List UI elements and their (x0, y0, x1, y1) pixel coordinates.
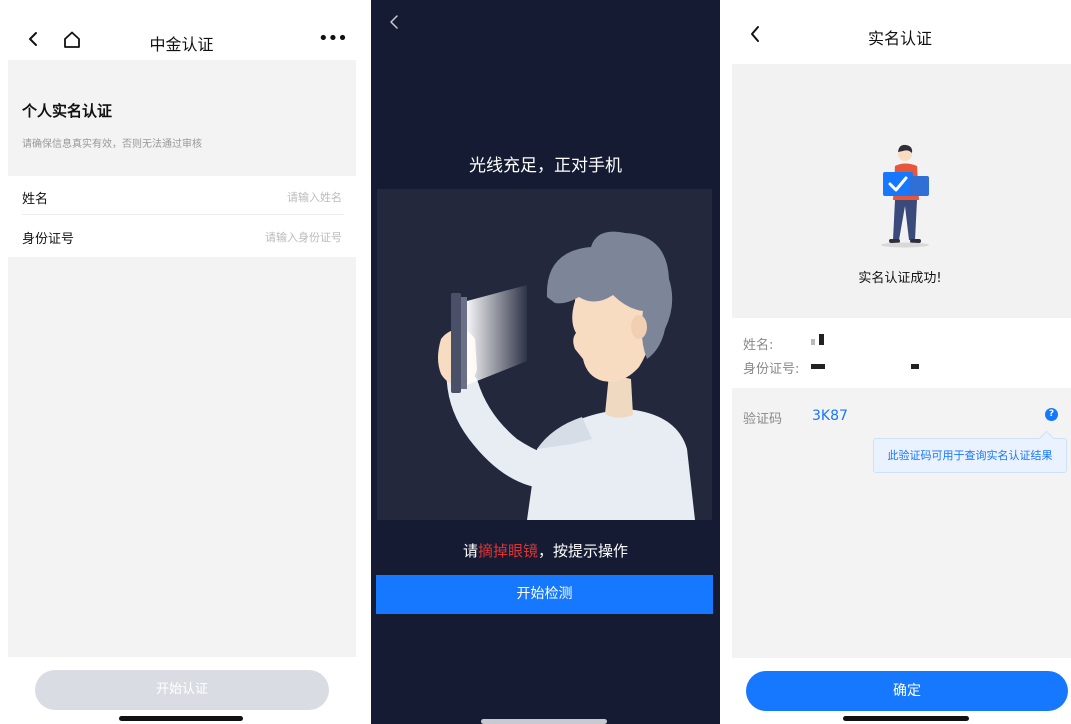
start-detection-button[interactable]: 开始检测 (376, 575, 713, 614)
home-indicator (843, 716, 969, 721)
name-label: 姓名 (22, 192, 49, 207)
divider (22, 214, 344, 215)
glasses-hint: 请摘掉眼镜，按提示操作 (371, 540, 720, 561)
back-icon[interactable] (389, 14, 399, 30)
code-value: 3K87 (812, 408, 848, 424)
code-tooltip: 此验证码可用于查询实名认证结果 (873, 438, 1067, 473)
nav-bar: 中金认证 ••• (0, 0, 363, 60)
hint-prefix: 请 (462, 542, 478, 560)
home-indicator (481, 719, 607, 724)
id-number-label: 身份证号 (22, 232, 75, 247)
redacted-id (911, 364, 919, 369)
selfie-person-illustration (438, 231, 695, 520)
confirm-button[interactable]: 确定 (746, 671, 1068, 711)
instruction-title: 光线充足，正对手机 (469, 156, 622, 176)
success-message: 实名认证成功! (858, 271, 942, 286)
home-indicator (119, 716, 243, 721)
hint-highlight: 摘掉眼镜 (477, 542, 538, 560)
code-label: 验证码 (743, 412, 783, 427)
page-title: 中金认证 (149, 35, 214, 54)
name-input[interactable]: 请输入姓名 (287, 189, 342, 205)
verification-success-screen: 实名认证 实名认证成功! 姓名: 身份证号: 验证码 3K87 ? 此验证码可用… (729, 0, 1071, 724)
hint-suffix: ，按提示操作 (538, 542, 629, 560)
identity-info: 姓名: 身份证号: (732, 318, 1071, 388)
name-label: 姓名: (743, 338, 774, 353)
face-detection-screen: 光线充足，正对手机 请摘掉眼镜，按提示操作 开始检测 (371, 0, 720, 724)
start-verification-button[interactable]: 开始认证 (35, 670, 329, 710)
verified-person-illustration (881, 144, 929, 248)
id-number-field[interactable]: 身份证号 请输入身份证号 (22, 216, 356, 256)
nav-bar: 实名认证 (729, 0, 1071, 58)
help-icon[interactable]: ? (1045, 408, 1058, 421)
id-number-input[interactable]: 请输入身份证号 (265, 229, 342, 245)
section-heading: 个人实名认证 (22, 102, 113, 120)
redacted-id (811, 364, 825, 369)
page-title: 实名认证 (867, 29, 932, 48)
info-note: 请确保信息真实有效，否则无法通过审核 (22, 139, 202, 150)
redacted-name (811, 339, 815, 345)
name-field[interactable]: 姓名 请输入姓名 (22, 176, 356, 216)
identity-form: 姓名 请输入姓名 身份证号 请输入身份证号 (8, 176, 356, 257)
id-number-label: 身份证号: (743, 362, 800, 377)
verification-code-row: 验证码 3K87 ? (732, 394, 1071, 434)
face-scan-illustration (377, 189, 712, 520)
more-icon[interactable]: ••• (318, 28, 348, 49)
real-name-form-screen: 中金认证 ••• 个人实名认证 请确保信息真实有效，否则无法通过审核 姓名 请输… (0, 0, 363, 724)
redacted-name (819, 334, 824, 345)
